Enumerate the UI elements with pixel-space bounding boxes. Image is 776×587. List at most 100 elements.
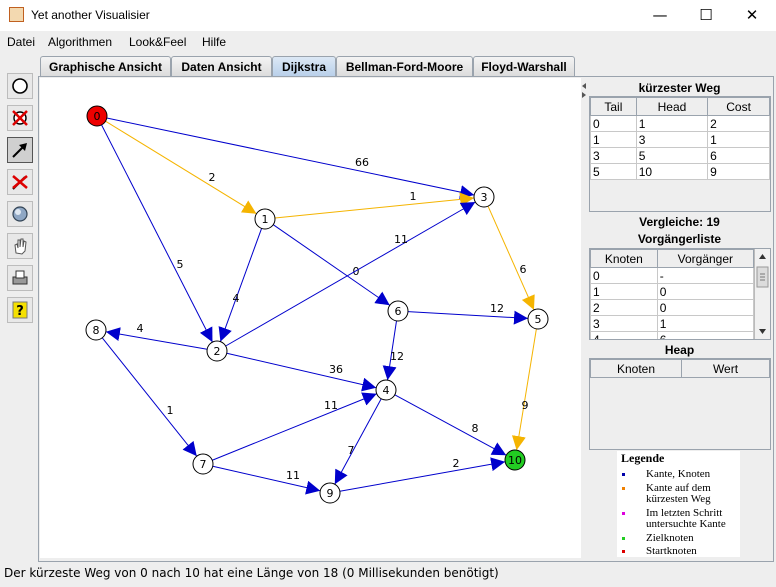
- help-button[interactable]: ?: [7, 297, 33, 323]
- edge-7-9[interactable]: [212, 465, 321, 495]
- graph-node-8[interactable]: 8: [85, 319, 107, 341]
- predecessor-cell[interactable]: -: [656, 267, 755, 284]
- edge-weight-label: 12: [490, 302, 504, 315]
- tab-floyd-warshall[interactable]: Floyd-Warshall: [473, 56, 575, 76]
- node-label: 10: [508, 454, 522, 467]
- menu-look-and-feel[interactable]: Look&Feel: [129, 35, 186, 49]
- graph-node-4[interactable]: 4: [375, 379, 397, 401]
- edge-0-1[interactable]: [105, 120, 257, 215]
- menu-hilfe[interactable]: Hilfe: [202, 35, 226, 49]
- predecessor-cell[interactable]: 2: [590, 299, 658, 316]
- close-button[interactable]: ✕: [729, 0, 775, 30]
- tab-graphische-ansicht[interactable]: Graphische Ansicht: [40, 56, 171, 76]
- edge-4-10[interactable]: [394, 394, 507, 456]
- print-button[interactable]: [7, 265, 33, 291]
- edge-2-4[interactable]: [226, 352, 377, 392]
- shortest-path-cell[interactable]: 5: [590, 163, 637, 180]
- circle-tool-button[interactable]: [7, 73, 33, 99]
- predecessor-row[interactable]: 10: [590, 283, 755, 300]
- shortest-path-cell[interactable]: 1: [707, 131, 770, 148]
- graph-node-3[interactable]: 3: [473, 186, 495, 208]
- shortest-path-cell[interactable]: 3: [635, 131, 709, 148]
- predecessor-cell[interactable]: 1: [656, 315, 755, 332]
- shortest-path-row[interactable]: 356: [590, 147, 770, 164]
- tab-bellman-ford-moore[interactable]: Bellman-Ford-Moore: [336, 56, 473, 76]
- edge-weight-label: 11: [286, 469, 300, 482]
- window-title: Yet another Visualisier: [31, 8, 150, 22]
- delete-node-button[interactable]: [7, 105, 33, 131]
- predecessor-row[interactable]: 31: [590, 315, 755, 332]
- edge-9-10[interactable]: [339, 457, 506, 492]
- hand-move-icon: [14, 238, 27, 255]
- menu-datei[interactable]: Datei: [7, 35, 35, 49]
- shortest-path-cell[interactable]: 0: [590, 115, 637, 132]
- graph-svg[interactable]: 2665140114366121291 1111782 012345678910: [40, 78, 581, 558]
- column-header-heap-knoten[interactable]: Knoten: [590, 359, 682, 378]
- shortest-path-cell[interactable]: 10: [635, 163, 709, 180]
- shortest-path-cell[interactable]: 6: [707, 147, 770, 164]
- animation-button[interactable]: [7, 201, 33, 227]
- edge-1-6[interactable]: [272, 224, 391, 306]
- hand-move-button[interactable]: [7, 233, 33, 259]
- predecessor-cell[interactable]: 0: [656, 299, 755, 316]
- shortest-path-cell[interactable]: 9: [707, 163, 770, 180]
- edge-2-8[interactable]: [105, 327, 208, 350]
- shortest-path-row[interactable]: 5 10 9: [590, 163, 770, 180]
- edge-6-5[interactable]: [407, 310, 529, 325]
- predecessor-row[interactable]: 46: [590, 331, 755, 339]
- edge-8-7[interactable]: [101, 337, 198, 457]
- edge-3-5[interactable]: [487, 205, 535, 311]
- column-header-heap-wert[interactable]: Wert: [681, 359, 770, 378]
- tab-dijkstra[interactable]: Dijkstra: [272, 56, 336, 76]
- graph-node-0[interactable]: 0: [86, 105, 108, 127]
- edge-weight-label: 8: [472, 422, 479, 435]
- predecessor-row[interactable]: 0-: [590, 267, 755, 284]
- heap-table[interactable]: Knoten Wert: [590, 359, 770, 378]
- delete-edge-button[interactable]: [7, 169, 33, 195]
- graph-node-7[interactable]: 7: [192, 453, 214, 475]
- shortest-path-table[interactable]: Tail Head Cost 0 1 2 1 3 1 3 5 6 5 10 9: [590, 97, 770, 180]
- edge-5-10[interactable]: [511, 328, 537, 451]
- shortest-path-cell[interactable]: 3: [590, 147, 637, 164]
- edge-0-2[interactable]: [101, 124, 213, 343]
- column-header-knoten[interactable]: Knoten: [590, 249, 658, 268]
- legend-swatch: [622, 512, 625, 515]
- graph-node-2[interactable]: 2: [206, 340, 228, 362]
- predecessor-cell[interactable]: 4: [590, 331, 658, 339]
- graph-node-10[interactable]: 10: [504, 449, 526, 471]
- edge-4-9[interactable]: [334, 398, 382, 485]
- predecessor-cell[interactable]: 3: [590, 315, 658, 332]
- edge-0-3[interactable]: [106, 117, 475, 199]
- graph-node-1[interactable]: 1: [254, 208, 276, 230]
- minimize-button[interactable]: —: [637, 0, 683, 30]
- graph-canvas[interactable]: 2 66 5 1 4 0 11 4 36 6 12 12 9 1 11 11 7 8 2 0 1 2 3 4 5 6 7 8 9 10: [40, 78, 581, 558]
- edge-1-3[interactable]: [274, 192, 475, 219]
- shortest-path-cell[interactable]: 1: [635, 115, 709, 132]
- circle-tool-icon: [12, 78, 28, 94]
- edge-1-2[interactable]: [218, 228, 263, 342]
- column-header-tail[interactable]: Tail: [590, 97, 637, 116]
- shortest-path-row[interactable]: 131: [590, 131, 770, 148]
- column-header-cost[interactable]: Cost: [707, 97, 770, 116]
- predecessor-cell[interactable]: 1: [590, 283, 658, 300]
- menu-algorithmen[interactable]: Algorithmen: [48, 35, 112, 49]
- shortest-path-cell[interactable]: 1: [590, 131, 637, 148]
- column-header-vorgaenger[interactable]: Vorgänger: [656, 249, 755, 268]
- arrow-edge-button[interactable]: [7, 137, 33, 163]
- graph-node-9[interactable]: 9: [319, 482, 341, 504]
- tab-daten-ansicht[interactable]: Daten Ansicht: [171, 56, 272, 76]
- predecessor-cell[interactable]: 0: [590, 267, 658, 284]
- graph-node-5[interactable]: 5: [527, 308, 549, 330]
- predecessor-cell[interactable]: 0: [656, 283, 755, 300]
- predecessor-table-box: Knoten Vorgänger 0-10203146: [589, 248, 771, 340]
- shortest-path-cell[interactable]: 2: [707, 115, 770, 132]
- graph-node-6[interactable]: 6: [387, 300, 409, 322]
- predecessor-row[interactable]: 20: [590, 299, 755, 316]
- predecessor-table[interactable]: Knoten Vorgänger 0-10203146: [590, 249, 755, 339]
- shortest-path-cell[interactable]: 5: [635, 147, 709, 164]
- shortest-path-row[interactable]: 012: [590, 115, 770, 132]
- column-header-head[interactable]: Head: [635, 97, 709, 116]
- predecessor-cell[interactable]: 6: [656, 331, 755, 339]
- predecessor-scrollbar[interactable]: [754, 249, 770, 339]
- maximize-button[interactable]: ☐: [683, 0, 729, 30]
